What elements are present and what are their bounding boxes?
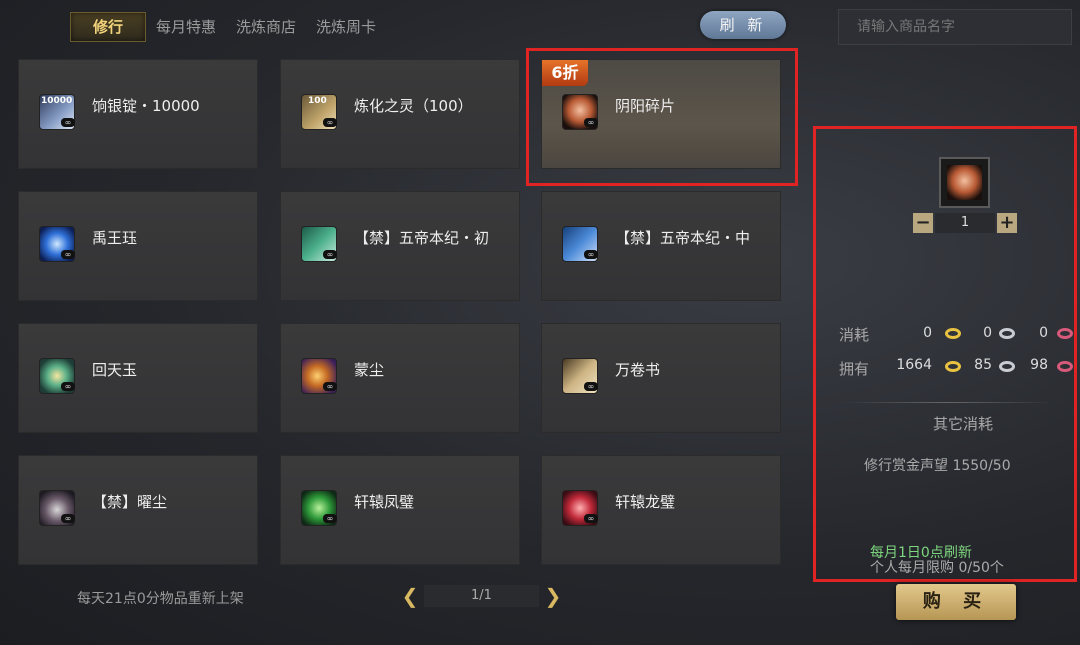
unlimited-icon: ∞ bbox=[584, 382, 598, 391]
buy-button[interactable]: 购 买 bbox=[896, 584, 1016, 620]
pagination: ❮ 1/1 ❯ bbox=[400, 584, 563, 608]
unlimited-icon: ∞ bbox=[61, 514, 75, 523]
item-card[interactable]: ∞ 回天玉 bbox=[18, 323, 258, 433]
item-card[interactable]: ∞ 万卷书 bbox=[541, 323, 781, 433]
cost-pink-value: 0 bbox=[1039, 325, 1048, 341]
unlimited-icon: ∞ bbox=[584, 250, 598, 259]
yinyang-shard-icon bbox=[947, 165, 982, 200]
item-name: 【禁】五帝本纪・初 bbox=[354, 229, 490, 247]
unlimited-icon: ∞ bbox=[323, 250, 337, 259]
item-name: 禹王珏 bbox=[92, 229, 138, 247]
cost-silver-value: 0 bbox=[983, 325, 992, 341]
prev-page-icon[interactable]: ❮ bbox=[400, 584, 420, 608]
owned-label: 拥有 bbox=[839, 360, 870, 378]
owned-pink-value: 98 bbox=[1030, 357, 1048, 373]
tab-xiuxing[interactable]: 修行 bbox=[70, 12, 147, 42]
purchase-limit: 个人每月限购 0/50个 bbox=[870, 560, 1004, 576]
unlimited-icon: ∞ bbox=[323, 382, 337, 391]
unlimited-icon: ∞ bbox=[584, 514, 598, 523]
unlimited-icon: ∞ bbox=[61, 382, 75, 391]
selection-highlight bbox=[526, 48, 798, 186]
item-card[interactable]: ∞ 禹王珏 bbox=[18, 191, 258, 301]
shop-tabs: 修行 每月特惠 洗炼商店 洗炼周卡 bbox=[70, 12, 386, 42]
item-name: 万卷书 bbox=[615, 361, 661, 379]
item-card[interactable]: ∞ 【禁】曜尘 bbox=[18, 455, 258, 565]
item-card[interactable]: ∞ 蒙尘 bbox=[280, 323, 520, 433]
tab-monthly-deals[interactable]: 每月特惠 bbox=[146, 13, 226, 41]
item-card[interactable]: ∞ 【禁】五帝本纪・中 bbox=[541, 191, 781, 301]
quantity-minus-button[interactable]: − bbox=[913, 213, 933, 233]
item-name: 饷银锭・10000 bbox=[92, 97, 200, 115]
item-name: 回天玉 bbox=[92, 361, 138, 379]
divider bbox=[840, 402, 1055, 403]
cost-gold-value: 0 bbox=[923, 325, 932, 341]
item-card[interactable]: ∞ 轩辕龙璧 bbox=[541, 455, 781, 565]
selected-item-icon bbox=[939, 157, 990, 208]
item-name: 【禁】曜尘 bbox=[92, 493, 168, 511]
tab-refine-shop[interactable]: 洗炼商店 bbox=[226, 13, 306, 41]
quantity-input[interactable]: 1 bbox=[935, 213, 995, 233]
item-name: 轩辕凤璧 bbox=[354, 493, 415, 511]
quantity-plus-button[interactable]: + bbox=[997, 213, 1017, 233]
cost-label: 消耗 bbox=[839, 326, 870, 344]
owned-gold-value: 1664 bbox=[896, 357, 932, 373]
page-indicator: 1/1 bbox=[424, 585, 539, 607]
item-card[interactable]: ∞ 轩辕凤璧 bbox=[280, 455, 520, 565]
unlimited-icon: ∞ bbox=[323, 118, 337, 127]
refresh-button[interactable]: 刷 新 bbox=[700, 11, 786, 39]
item-name: 蒙尘 bbox=[354, 361, 385, 379]
restock-note: 每天21点0分物品重新上架 bbox=[77, 591, 244, 607]
next-page-icon[interactable]: ❯ bbox=[543, 584, 563, 608]
tab-refine-weekly-card[interactable]: 洗炼周卡 bbox=[306, 13, 386, 41]
item-name: 轩辕龙璧 bbox=[615, 493, 676, 511]
item-card[interactable]: 100 ∞ 炼化之灵（100） bbox=[280, 59, 520, 169]
item-name: 炼化之灵（100） bbox=[354, 97, 473, 115]
item-card[interactable]: ∞ 【禁】五帝本纪・初 bbox=[280, 191, 520, 301]
item-name: 【禁】五帝本纪・中 bbox=[615, 229, 751, 247]
unlimited-icon: ∞ bbox=[61, 118, 75, 127]
pink-coin-icon bbox=[1057, 328, 1073, 339]
unlimited-icon: ∞ bbox=[61, 250, 75, 259]
owned-silver-value: 85 bbox=[974, 357, 992, 373]
other-cost-heading: 其它消耗 bbox=[933, 415, 994, 433]
pink-coin-icon bbox=[1057, 361, 1073, 372]
unlimited-icon: ∞ bbox=[323, 514, 337, 523]
search-input[interactable]: 请输入商品名字 bbox=[838, 9, 1072, 45]
item-card[interactable]: 10000 ∞ 饷银锭・10000 bbox=[18, 59, 258, 169]
reputation-requirement: 修行赏金声望 1550/50 bbox=[864, 458, 1011, 474]
